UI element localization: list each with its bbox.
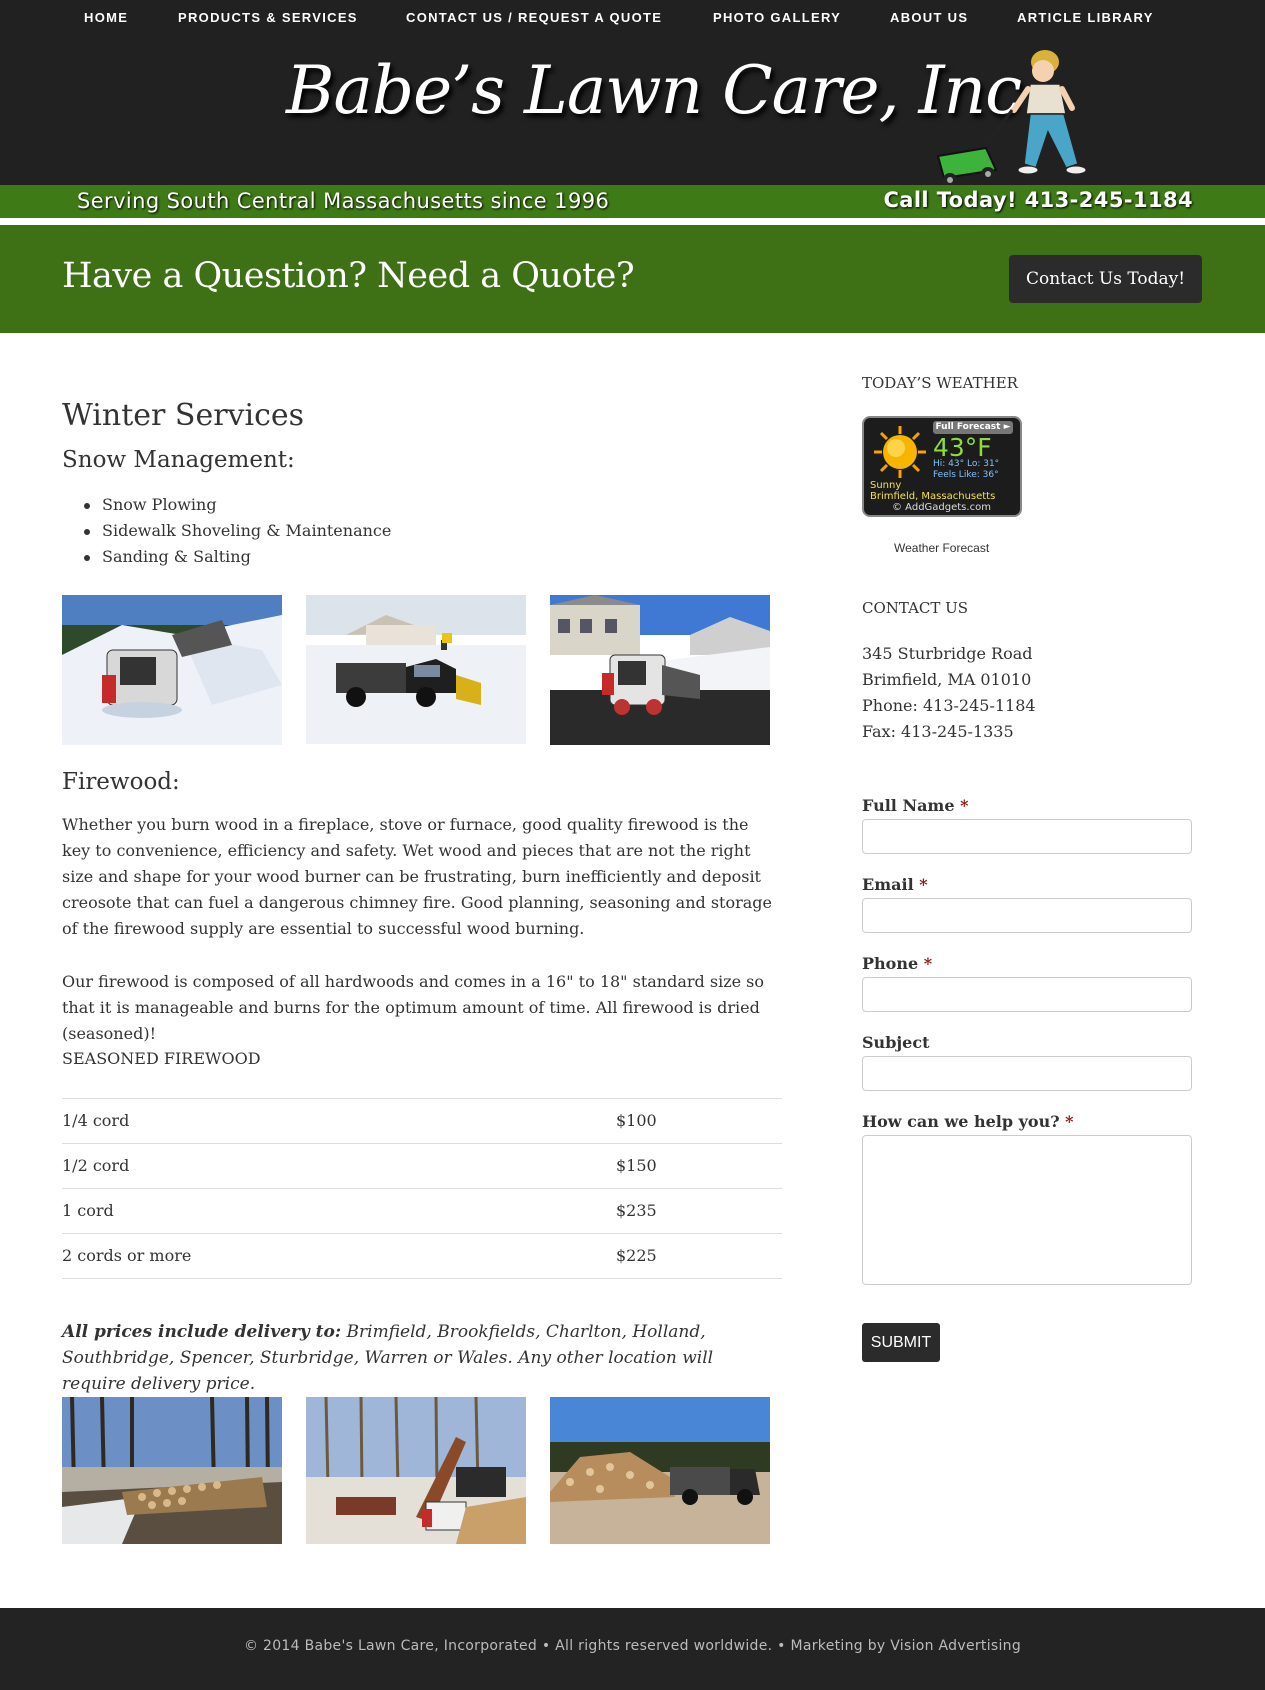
nav-article-library[interactable]: ARTICLE LIBRARY <box>1017 10 1154 25</box>
page-title: Winter Services <box>62 398 305 433</box>
price-item: 1/4 cord <box>62 1111 130 1130</box>
snow-services-list: Snow Plowing Sidewalk Shoveling & Mainte… <box>62 492 391 570</box>
required-mark: * <box>919 875 928 894</box>
nav-home[interactable]: HOME <box>84 10 128 25</box>
snow-photo-plow-truck[interactable] <box>306 595 526 744</box>
footer-copyright: © 2014 Babe's Lawn Care, Incorporated • … <box>243 1638 1022 1654</box>
nav-products-services[interactable]: PRODUCTS & SERVICES <box>178 10 358 25</box>
weather-hi-lo: Hi: 43° Lo: 31° Feels Like: 36° <box>933 459 999 481</box>
price-item: 1/2 cord <box>62 1156 130 1175</box>
email-label-text: Email <box>862 875 914 894</box>
table-row: 1 cord $235 <box>62 1189 782 1234</box>
price-value: $235 <box>616 1201 657 1220</box>
weather-hi-lo-text: Hi: 43° Lo: 31° <box>933 459 1000 469</box>
subject-label: Subject <box>862 1033 929 1052</box>
full-name-label-text: Full Name <box>862 796 955 815</box>
firewood-photo-processor[interactable] <box>306 1397 526 1544</box>
delivery-note-lead: All prices include delivery to: <box>62 1322 342 1342</box>
sun-icon <box>874 426 926 478</box>
required-mark: * <box>1065 1112 1074 1131</box>
full-name-label: Full Name * <box>862 796 969 815</box>
subject-label-text: Subject <box>862 1033 930 1052</box>
delivery-note: All prices include delivery to: Brimfiel… <box>62 1319 782 1397</box>
main-nav: HOME PRODUCTS & SERVICES CONTACT US / RE… <box>0 0 1265 34</box>
call-today-phone[interactable]: Call Today! 413-245-1184 <box>883 188 1193 212</box>
list-item: Sanding & Salting <box>62 544 391 570</box>
email-input[interactable] <box>862 898 1192 933</box>
message-label-text: How can we help you? <box>862 1112 1060 1131</box>
price-value: $225 <box>616 1246 657 1265</box>
email-label: Email * <box>862 875 928 894</box>
weather-location: Brimfield, Massachusetts <box>870 491 996 502</box>
table-row: 1/4 cord $100 <box>62 1099 782 1144</box>
phone-label: Phone * <box>862 954 932 973</box>
contact-address: 345 Sturbridge Road Brimfield, MA 01010 … <box>862 641 1036 745</box>
firewood-price-table: 1/4 cord $100 1/2 cord $150 1 cord $235 … <box>62 1098 782 1279</box>
site-footer: © 2014 Babe's Lawn Care, Incorporated • … <box>0 1608 1265 1690</box>
price-item: 2 cords or more <box>62 1246 192 1265</box>
contact-heading: CONTACT US <box>862 599 969 617</box>
phone-label-text: Phone <box>862 954 919 973</box>
firewood-heading: Firewood: <box>62 769 180 795</box>
tagline: Serving South Central Massachusetts sinc… <box>77 189 610 213</box>
price-table-heading: SEASONED FIREWOOD <box>62 1049 261 1068</box>
snow-photo-skidsteer[interactable] <box>62 595 282 745</box>
site-header: HOME PRODUCTS & SERVICES CONTACT US / RE… <box>0 0 1265 225</box>
lawnmower-mascot-icon <box>936 50 1087 187</box>
firewood-photo-log-pile[interactable] <box>62 1397 282 1544</box>
phone-input[interactable] <box>862 977 1192 1012</box>
weather-credit[interactable]: © AddGadgets.com <box>892 502 991 513</box>
price-value: $150 <box>616 1156 657 1175</box>
nav-photo-gallery[interactable]: PHOTO GALLERY <box>713 10 841 25</box>
address-fax: Fax: 413-245-1335 <box>862 722 1014 741</box>
divider <box>0 218 1265 225</box>
weather-condition: Sunny Brimfield, Massachusetts <box>870 480 995 502</box>
table-row: 1/2 cord $150 <box>62 1144 782 1189</box>
required-mark: * <box>960 796 969 815</box>
subject-input[interactable] <box>862 1056 1192 1091</box>
nav-contact-request-quote[interactable]: CONTACT US / REQUEST A QUOTE <box>406 10 662 25</box>
weather-temperature: 43°F <box>933 433 992 462</box>
banner-heading: Have a Question? Need a Quote? <box>62 256 635 296</box>
submit-button[interactable]: SUBMIT <box>862 1323 940 1362</box>
weather-forecast-link[interactable]: Weather Forecast <box>894 541 989 555</box>
required-mark: * <box>923 954 933 973</box>
tagline-bar: Serving South Central Massachusetts sinc… <box>0 185 1265 218</box>
address-street: 345 Sturbridge Road <box>862 644 1033 663</box>
address-phone: Phone: 413-245-1184 <box>862 696 1036 715</box>
snow-management-heading: Snow Management: <box>62 447 295 473</box>
firewood-intro-paragraph: Whether you burn wood in a fireplace, st… <box>62 815 773 938</box>
firewood-photo-dump-truck[interactable] <box>550 1397 770 1544</box>
site-logo[interactable]: Babe’s Lawn Care, Inc. <box>286 52 1042 129</box>
weather-widget[interactable]: Full Forecast ► 43°F Hi: 43° Lo: 31° Fee… <box>862 416 1022 517</box>
message-label: How can we help you? * <box>862 1112 1074 1131</box>
price-item: 1 cord <box>62 1201 114 1220</box>
weather-heading: TODAY’S WEATHER <box>862 374 1018 392</box>
contact-us-today-button[interactable]: Contact Us Today! <box>1009 255 1202 303</box>
message-textarea[interactable] <box>862 1135 1192 1285</box>
table-row: 2 cords or more $225 <box>62 1234 782 1279</box>
weather-condition-text: Sunny <box>870 480 902 491</box>
list-item: Snow Plowing <box>62 492 391 518</box>
firewood-size-paragraph: Our firewood is composed of all hardwood… <box>62 972 765 1043</box>
snow-photo-skidsteer-street[interactable] <box>550 595 770 745</box>
nav-about-us[interactable]: ABOUT US <box>890 10 968 25</box>
quote-banner: Have a Question? Need a Quote? Contact U… <box>0 225 1265 333</box>
price-value: $100 <box>616 1111 657 1130</box>
list-item: Sidewalk Shoveling & Maintenance <box>62 518 391 544</box>
full-name-input[interactable] <box>862 819 1192 854</box>
address-city: Brimfield, MA 01010 <box>862 670 1032 689</box>
